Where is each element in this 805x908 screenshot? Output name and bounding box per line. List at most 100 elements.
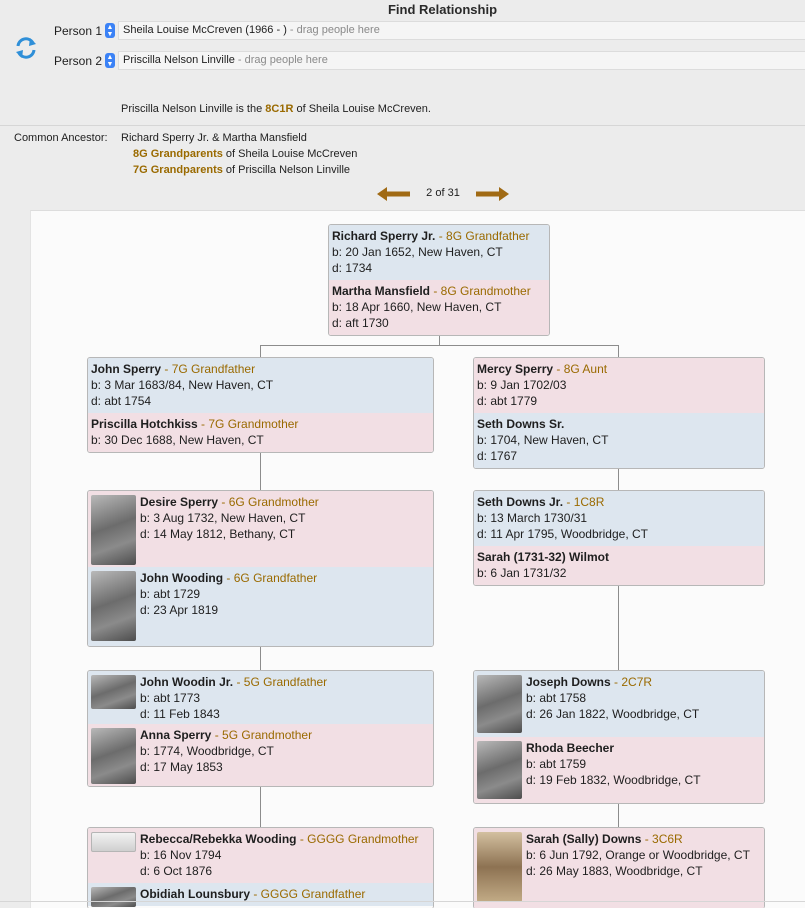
person-name: Seth Downs Jr. <box>477 495 564 509</box>
person-relation: - 6G Grandmother <box>218 495 319 509</box>
person-name: Priscilla Hotchkiss <box>91 417 198 431</box>
gravestone-photo[interactable] <box>91 675 136 709</box>
portrait-photo[interactable] <box>477 832 522 902</box>
person-card-male[interactable]: Richard Sperry Jr. - 8G Grandfather b: 2… <box>329 225 549 280</box>
connector <box>618 345 619 357</box>
person-name: Rhoda Beecher <box>526 741 615 755</box>
gravestone-photo[interactable] <box>477 741 522 799</box>
death-info: d: 17 May 1853 <box>140 760 223 774</box>
gravestone-photo[interactable] <box>477 675 522 733</box>
page-count: 2 of 31 <box>426 187 460 199</box>
person-card-female[interactable]: Martha Mansfield - 8G Grandmother b: 18 … <box>329 280 549 335</box>
person-name: John Wooding <box>140 571 224 585</box>
couple-card-left-4[interactable]: Rebecca/Rebekka Wooding - GGGG Grandmoth… <box>87 827 434 908</box>
left-arrow-icon[interactable] <box>377 186 410 202</box>
person-card-female[interactable]: Sarah (1731-32) Wilmot b: 6 Jan 1731/32 <box>474 546 764 585</box>
person-relation: - 2C7R <box>610 675 653 689</box>
person1-field[interactable]: Sheila Louise McCreven (1966 - ) - drag … <box>118 21 805 40</box>
person-relation: - 8G Grandmother <box>430 284 531 298</box>
person-card-female[interactable]: Desire Sperry - 6G Grandmother b: 3 Aug … <box>88 491 433 567</box>
death-info: d: aft 1730 <box>332 316 389 330</box>
person-relation: - GGGG Grandfather <box>250 887 366 901</box>
death-info: d: 6 Oct 1876 <box>140 864 213 878</box>
person-card-male[interactable]: John Sperry - 7G Grandfather b: 3 Mar 16… <box>88 358 433 413</box>
birth-info: b: 6 Jan 1731/32 <box>477 566 567 580</box>
gravestone-photo[interactable] <box>91 887 136 907</box>
birth-info: b: 1704, New Haven, CT <box>477 433 609 447</box>
birth-info: b: 13 March 1730/31 <box>477 511 588 525</box>
person1-hint: - drag people here <box>286 24 380 36</box>
person2-row: Person 2 ▲ ▼ Priscilla Nelson Linville - … <box>0 51 805 71</box>
person-name: Mercy Sperry <box>477 362 554 376</box>
death-info: d: 1767 <box>477 449 518 463</box>
common-ancestor: Common Ancestor: Richard Sperry Jr. & Mar… <box>14 130 357 178</box>
person-card-female[interactable]: Mercy Sperry - 8G Aunt b: 9 Jan 1702/03 … <box>474 358 764 413</box>
person-name: Martha Mansfield <box>332 284 431 298</box>
gravestone-photo[interactable] <box>91 495 136 565</box>
person-relation: - 6G Grandfather <box>223 571 318 585</box>
person-name: John Sperry <box>91 362 162 376</box>
common-line2-rel[interactable]: 7G Grandparents <box>133 164 223 176</box>
person-card-female[interactable]: Rebecca/Rebekka Wooding - GGGG Grandmoth… <box>88 828 433 883</box>
stepper-icon[interactable]: ▲ ▼ <box>105 23 115 38</box>
bottom-divider <box>0 901 805 902</box>
document-photo[interactable] <box>91 832 136 852</box>
person-relation: - GGGG Grandmother <box>296 832 419 846</box>
connector <box>618 803 619 827</box>
pager: 2 of 31 <box>377 185 509 203</box>
person-card-male[interactable]: Joseph Downs - 2C7R b: abt 1758 d: 26 Ja… <box>474 671 764 737</box>
person-card-male[interactable]: Seth Downs Sr. b: 1704, New Haven, CT d:… <box>474 413 764 468</box>
couple-card-left-1[interactable]: John Sperry - 7G Grandfather b: 3 Mar 16… <box>87 357 434 453</box>
common-line1-rel[interactable]: 8G Grandparents <box>133 148 223 160</box>
birth-info: b: 1774, Woodbridge, CT <box>140 744 274 758</box>
person-card-male[interactable]: John Woodin Jr. - 5G Grandfather b: abt … <box>88 671 433 724</box>
death-info: d: 26 May 1883, Woodbridge, CT <box>526 864 703 878</box>
person-relation: - 1C8R <box>563 495 605 509</box>
right-arrow-icon[interactable] <box>476 186 509 202</box>
relationship-code[interactable]: 8C1R <box>265 103 293 115</box>
person2-hint: - drag people here <box>234 54 328 66</box>
person-name: Seth Downs Sr. <box>477 417 565 431</box>
birth-info: b: 9 Jan 1702/03 <box>477 378 567 392</box>
connector <box>260 645 261 670</box>
person-card-female[interactable]: Rhoda Beecher b: abt 1759 d: 19 Feb 1832… <box>474 737 764 803</box>
person-relation: - 3C6R <box>641 832 683 846</box>
common-ancestor-label: Common Ancestor: <box>14 132 108 144</box>
death-info: d: 23 Apr 1819 <box>140 603 219 617</box>
couple-card-top[interactable]: Richard Sperry Jr. - 8G Grandfather b: 2… <box>328 224 550 336</box>
birth-info: b: abt 1758 <box>526 691 587 705</box>
couple-card-right-2[interactable]: Seth Downs Jr. - 1C8R b: 13 March 1730/3… <box>473 490 765 586</box>
person1-row: Person 1 ▲ ▼ Sheila Louise McCreven (1966… <box>0 21 805 41</box>
relationship-post: of Sheila Louise McCreven. <box>293 103 431 115</box>
person-card-female[interactable]: Priscilla Hotchkiss - 7G Grandmother b: … <box>88 413 433 452</box>
person-relation: - 5G Grandfather <box>233 675 328 689</box>
person-card-female[interactable]: Sarah (Sally) Downs - 3C6R b: 6 Jun 1792… <box>474 828 764 908</box>
stepper-icon[interactable]: ▲ ▼ <box>105 53 115 68</box>
death-info: d: 19 Feb 1832, Woodbridge, CT <box>526 773 701 787</box>
person-card-male[interactable]: Seth Downs Jr. - 1C8R b: 13 March 1730/3… <box>474 491 764 546</box>
couple-card-right-1[interactable]: Mercy Sperry - 8G Aunt b: 9 Jan 1702/03 … <box>473 357 765 469</box>
person-name: Obidiah Lounsbury <box>140 887 250 901</box>
gravestone-photo[interactable] <box>91 571 136 641</box>
couple-card-right-3[interactable]: Joseph Downs - 2C7R b: abt 1758 d: 26 Ja… <box>473 670 765 804</box>
birth-info: b: 18 Apr 1660, New Haven, CT <box>332 300 502 314</box>
person-relation: - 5G Grandmother <box>211 728 313 742</box>
couple-card-left-3[interactable]: John Woodin Jr. - 5G Grandfather b: abt … <box>87 670 434 787</box>
birth-info: b: abt 1773 <box>140 691 201 705</box>
connector <box>260 786 261 827</box>
couple-card-left-2[interactable]: Desire Sperry - 6G Grandmother b: 3 Aug … <box>87 490 434 647</box>
person2-name: Priscilla Nelson Linville <box>123 54 235 66</box>
couple-card-right-4[interactable]: Sarah (Sally) Downs - 3C6R b: 6 Jun 1792… <box>473 827 765 908</box>
person-card-male[interactable]: John Wooding - 6G Grandfather b: abt 172… <box>88 567 433 646</box>
birth-info: b: 6 Jun 1792, Orange or Woodbridge, CT <box>526 848 750 862</box>
person-name: Anna Sperry <box>140 728 212 742</box>
person-name: Joseph Downs <box>526 675 611 689</box>
person2-field[interactable]: Priscilla Nelson Linville - drag people … <box>118 51 805 70</box>
person-card-female[interactable]: Anna Sperry - 5G Grandmother b: 1774, Wo… <box>88 724 433 786</box>
common-ancestor-names: Richard Sperry Jr. & Martha Mansfield <box>121 132 307 144</box>
birth-info: b: abt 1729 <box>140 587 201 601</box>
connector <box>260 345 619 346</box>
person2-label: Person 2 <box>53 54 102 68</box>
person-card-male[interactable]: Obidiah Lounsbury - GGGG Grandfather <box>88 883 433 907</box>
gravestone-photo[interactable] <box>91 728 136 784</box>
